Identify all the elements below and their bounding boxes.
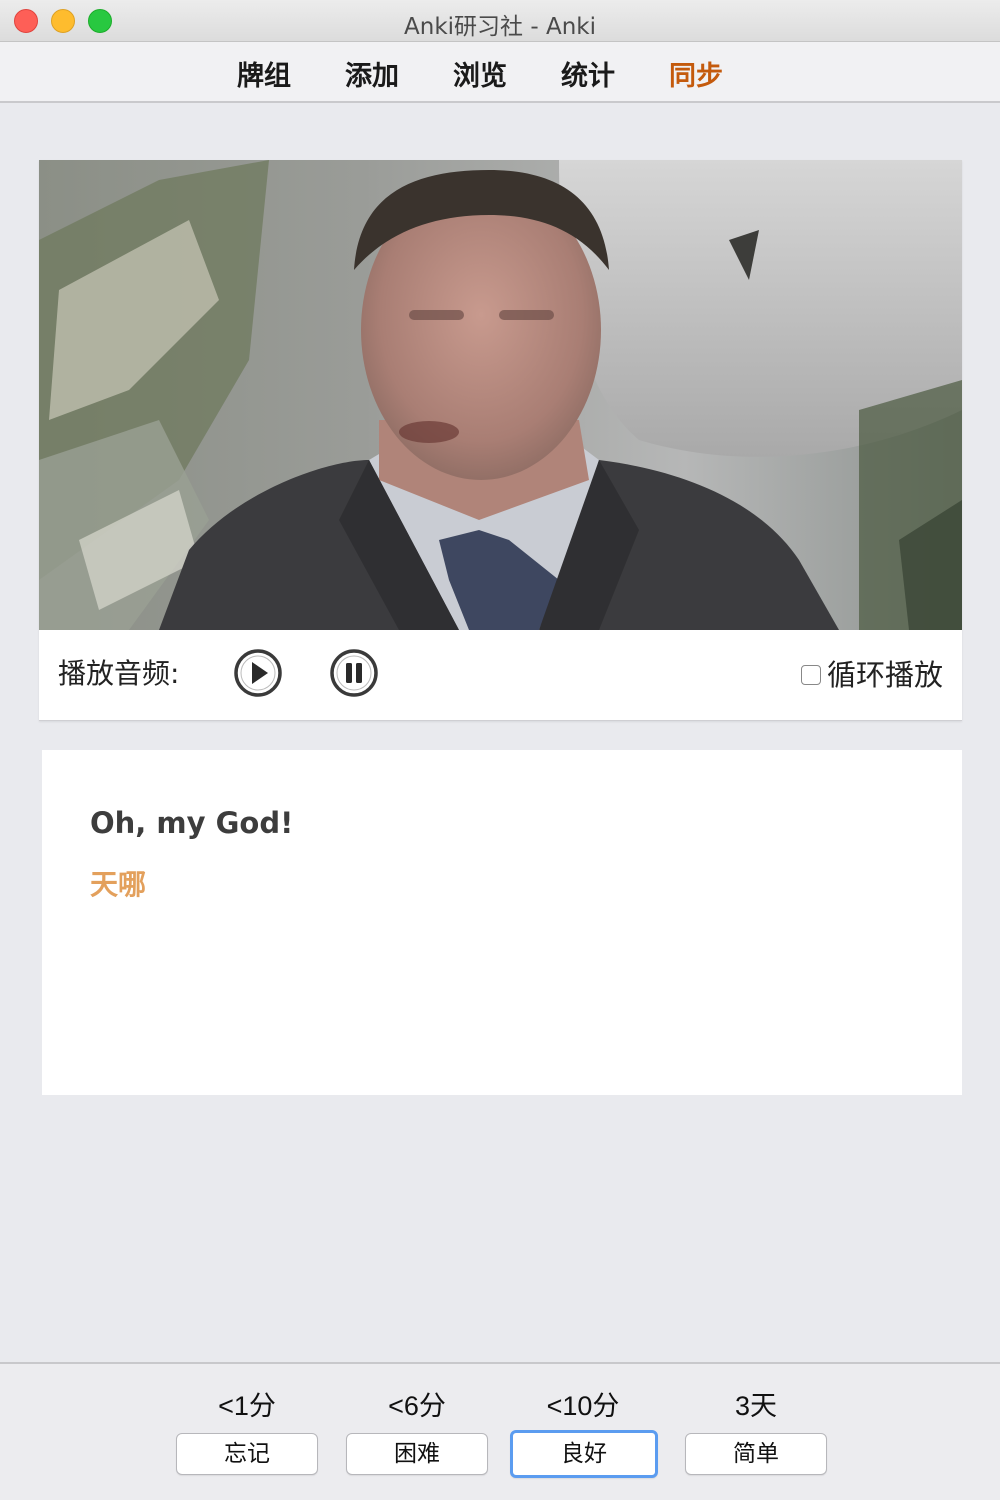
pause-icon [330, 649, 378, 697]
loop-label: 循环播放 [826, 658, 943, 692]
again-button[interactable]: 忘记 [176, 1433, 318, 1475]
toolbar-add-link[interactable]: 添加 [318, 54, 426, 93]
audio-label: 播放音频: [58, 657, 180, 690]
good-button[interactable]: 良好 [510, 1430, 658, 1478]
hard-button[interactable]: 困难 [346, 1433, 488, 1475]
play-icon [234, 649, 282, 697]
interval-label: <1分 [218, 1391, 276, 1421]
ease-easy: 3天 简单 [685, 1364, 827, 1500]
video-still-image [39, 160, 962, 630]
toolbar-sync-link[interactable]: 同步 [642, 54, 750, 93]
toolbar-browse-link[interactable]: 浏览 [426, 54, 534, 93]
answer-bar: <1分 忘记 <6分 困难 <10分 良好 3天 简单 [0, 1362, 1000, 1500]
loop-toggle[interactable]: 循环播放 [800, 652, 943, 694]
pause-audio-button[interactable] [329, 648, 379, 698]
ease-good: <10分 良好 [510, 1364, 658, 1500]
media-card: 播放音频: 循环播放 [39, 160, 962, 721]
play-audio-button[interactable] [233, 648, 283, 698]
answer-card: Oh, my God! 天哪 [42, 750, 962, 1095]
toolbar-decks-link[interactable]: 牌组 [210, 54, 318, 93]
chinese-translation: 天哪 [90, 868, 147, 901]
interval-label: 3天 [734, 1391, 778, 1421]
video-frame [39, 160, 962, 630]
interval-label: <10分 [546, 1391, 620, 1421]
window-title: Anki研习社 - Anki [404, 14, 596, 40]
ease-hard: <6分 困难 [346, 1364, 488, 1500]
english-phrase: Oh, my God! [90, 806, 294, 840]
ease-again: <1分 忘记 [176, 1364, 318, 1500]
interval-label: <6分 [388, 1391, 446, 1421]
audio-controls: 播放音频: 循环播放 [39, 630, 962, 721]
easy-button[interactable]: 简单 [685, 1433, 827, 1475]
main-toolbar: 牌组 添加 浏览 统计 同步 [0, 42, 1000, 103]
title-bar: Anki研习社 - Anki [0, 0, 1000, 42]
toolbar-stats-link[interactable]: 统计 [534, 54, 642, 93]
loop-checkbox[interactable] [800, 665, 821, 685]
